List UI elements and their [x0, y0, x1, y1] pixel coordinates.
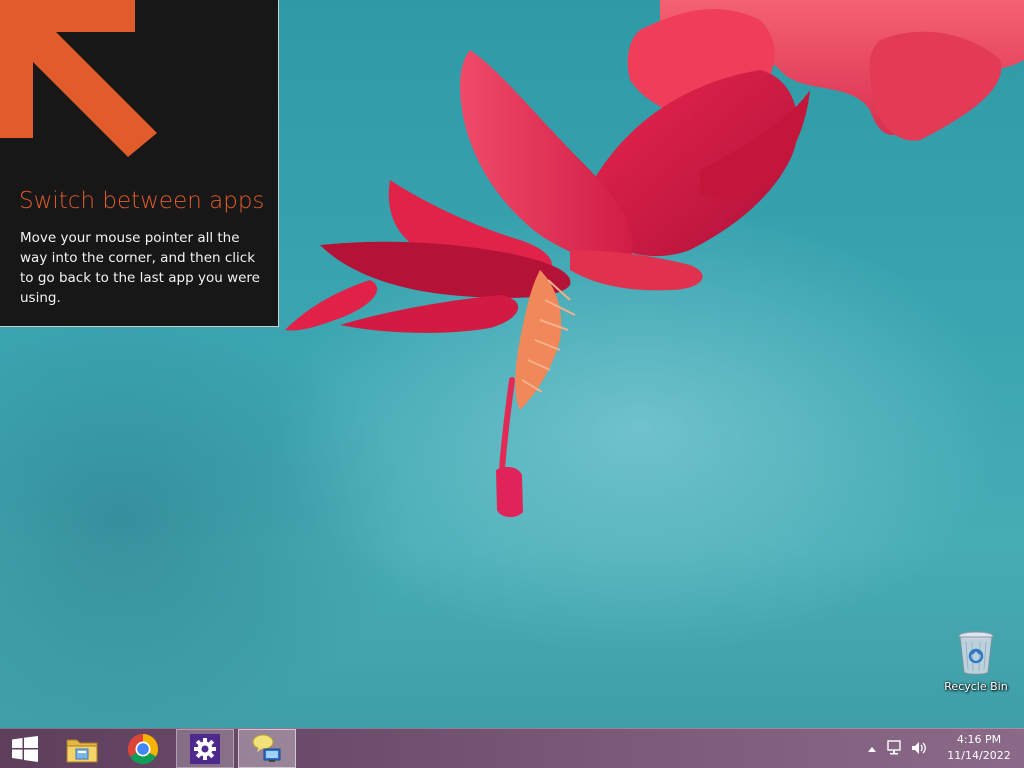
recycle-bin-icon — [958, 631, 994, 675]
recycle-bin-label: Recycle Bin — [944, 680, 1008, 693]
recycle-bin-desktop-icon[interactable]: Recycle Bin — [940, 630, 1012, 702]
clock-time: 4:16 PM — [956, 733, 1002, 746]
chevron-up-icon[interactable] — [864, 737, 880, 761]
start-button[interactable] — [0, 729, 50, 768]
taskbar: 4:16 PM 11/14/2022 — [0, 728, 1024, 768]
windows-start-icon — [12, 735, 38, 762]
settings-gear-icon — [190, 733, 220, 764]
file-explorer-taskbar-button[interactable] — [54, 729, 110, 768]
taskbar-clock[interactable]: 4:16 PM 11/14/2022 — [936, 732, 1022, 764]
switch-apps-tip-panel[interactable]: Switch between apps Move your mouse poin… — [0, 0, 279, 327]
network-app-taskbar-button[interactable] — [238, 729, 296, 768]
tip-title: Switch between apps — [19, 188, 265, 214]
tip-body: Move your mouse pointer all the way into… — [20, 230, 260, 306]
network-icon[interactable] — [886, 739, 904, 757]
volume-icon[interactable] — [910, 739, 928, 757]
chrome-taskbar-button[interactable] — [114, 729, 172, 768]
file-explorer-icon — [66, 739, 98, 762]
settings-taskbar-button[interactable] — [176, 729, 234, 768]
clock-date: 11/14/2022 — [947, 749, 1011, 762]
chrome-icon — [127, 733, 159, 764]
network-app-icon — [252, 734, 281, 762]
arrow-up-left-icon — [0, 0, 157, 157]
desktop[interactable]: Switch between apps Move your mouse poin… — [0, 0, 1024, 728]
system-tray: 4:16 PM 11/14/2022 — [864, 729, 1024, 768]
